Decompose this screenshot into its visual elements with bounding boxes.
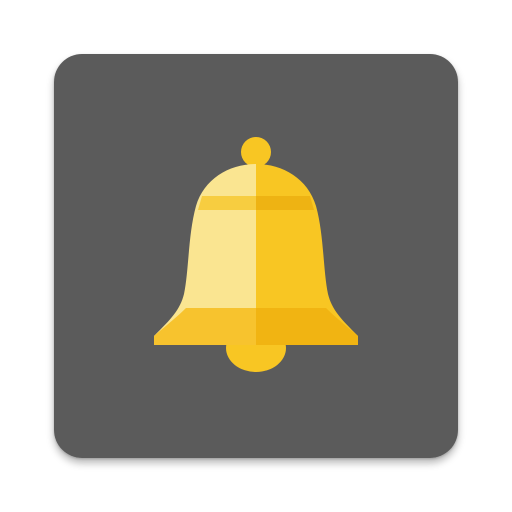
bell-band-right bbox=[256, 196, 314, 210]
bell-knob bbox=[241, 137, 271, 167]
launcher-canvas bbox=[0, 0, 512, 512]
app-icon-tile[interactable] bbox=[54, 54, 458, 458]
bell-band-left bbox=[198, 196, 256, 210]
bell-icon bbox=[54, 54, 458, 458]
